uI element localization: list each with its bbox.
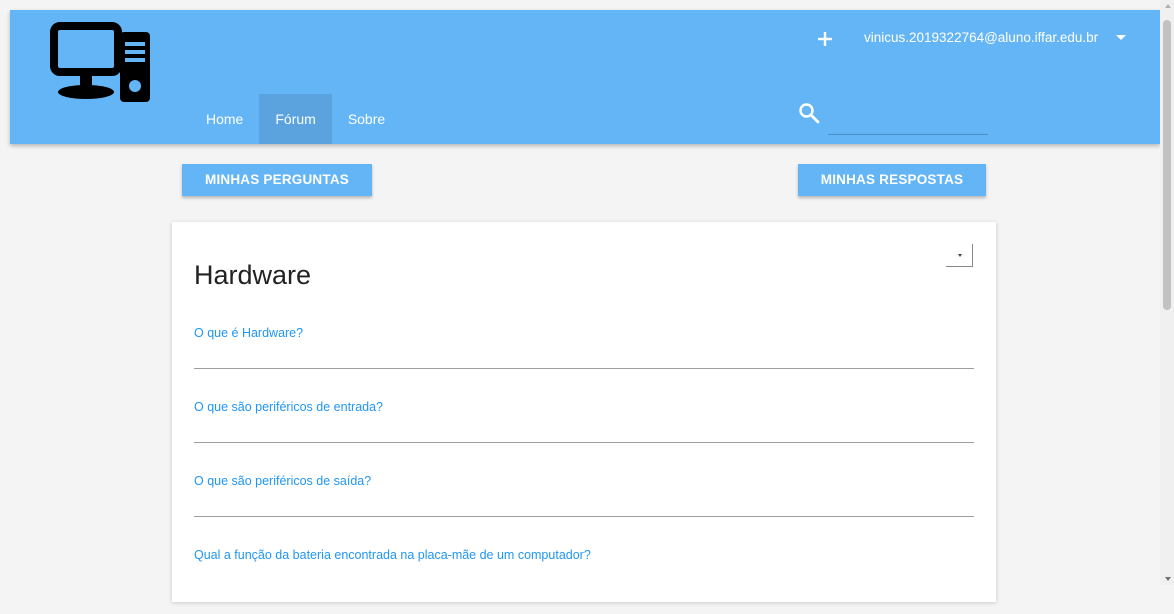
search-input[interactable] — [828, 102, 988, 135]
search-icon[interactable] — [798, 102, 820, 124]
list-item: O que é Hardware? — [194, 318, 974, 392]
question-link[interactable]: O que são periféricos de entrada? — [194, 400, 383, 414]
scrollbar-thumb[interactable] — [1163, 20, 1171, 310]
divider — [194, 442, 974, 443]
list-item: O que são periféricos de entrada? — [194, 392, 974, 466]
divider — [194, 516, 974, 517]
app-header: vinicus.2019322764@aluno.iffar.edu.br Ho… — [10, 10, 1160, 144]
category-card: Hardware O que é Hardware? O que são per… — [172, 222, 996, 602]
question-link[interactable]: O que são periféricos de saída? — [194, 474, 371, 488]
question-link[interactable]: Qual a função da bateria encontrada na p… — [194, 548, 591, 562]
scroll-up-icon[interactable] — [1165, 4, 1171, 8]
card-menu-dropdown[interactable] — [946, 244, 973, 267]
divider — [194, 368, 974, 369]
user-email: vinicus.2019322764@aluno.iffar.edu.br — [864, 30, 1099, 45]
scroll-down-icon[interactable] — [1165, 577, 1171, 581]
chevron-down-icon — [1116, 35, 1127, 40]
my-answers-button[interactable]: MINHAS RESPOSTAS — [798, 164, 986, 196]
my-questions-button[interactable]: MINHAS PERGUNTAS — [182, 164, 372, 196]
page-scrollbar[interactable] — [1160, 0, 1174, 585]
computer-monitor-icon[interactable] — [50, 20, 154, 102]
main-nav: Home Fórum Sobre — [190, 94, 401, 144]
nav-item-sobre[interactable]: Sobre — [332, 94, 401, 144]
question-list: O que é Hardware? O que são periféricos … — [194, 318, 974, 614]
user-menu[interactable]: vinicus.2019322764@aluno.iffar.edu.br — [864, 30, 1127, 45]
plus-icon[interactable] — [814, 28, 836, 50]
nav-item-forum[interactable]: Fórum — [259, 94, 332, 144]
question-link[interactable]: O que é Hardware? — [194, 326, 303, 340]
nav-item-home[interactable]: Home — [190, 94, 259, 144]
category-title: Hardware — [194, 260, 312, 290]
list-item: Qual a função da bateria encontrada na p… — [194, 540, 974, 614]
chevron-down-icon — [958, 254, 962, 257]
list-item: O que são periféricos de saída? — [194, 466, 974, 540]
